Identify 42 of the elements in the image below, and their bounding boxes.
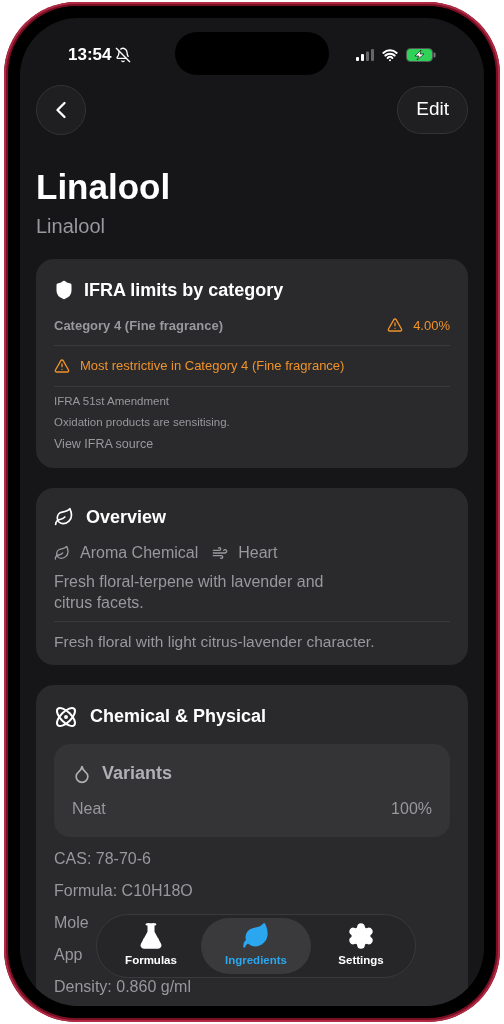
warning-icon <box>387 317 404 334</box>
property-text: App <box>54 945 83 965</box>
status-time: 13:54 <box>68 44 112 66</box>
card-title: Chemical & Physical <box>90 705 267 728</box>
property-text: CAS: 78-70-6 <box>54 849 151 869</box>
wifi-icon <box>382 46 398 63</box>
card-title: Overview <box>86 505 167 529</box>
ifra-note: Oxidation products are sensitising. <box>54 414 231 430</box>
leaf-icon <box>242 922 270 951</box>
property-text: Density: 0.860 g/ml <box>54 977 191 997</box>
wind-icon <box>212 544 229 561</box>
page-subtitle: Linalool <box>36 213 106 239</box>
restriction-notice: Most restrictive in Category 4 (Fine fragrance) <box>80 357 345 375</box>
edit-button[interactable]: Edit <box>397 85 468 134</box>
variant-name: Neat <box>72 799 106 819</box>
page-title: Linalool <box>36 165 172 208</box>
overview-tag: Aroma Chemical <box>80 540 199 565</box>
tab-item[interactable]: Settings <box>311 918 411 974</box>
tab-item[interactable]: Ingredients <box>201 918 311 974</box>
warning-icon <box>54 357 70 374</box>
ifra-note: IFRA 51st Amendment <box>54 393 171 409</box>
droplet-icon <box>72 763 92 784</box>
settings-icon <box>347 922 375 951</box>
leaf-icon <box>54 507 74 528</box>
back-button[interactable] <box>36 84 86 135</box>
limit-value: 4.00% <box>413 316 450 335</box>
leaf-icon <box>54 544 70 561</box>
description-text: Fresh floral-terpene with lavender and citrus facets. <box>54 571 325 613</box>
atom-icon <box>54 704 78 729</box>
overview-tag: Heart <box>238 540 278 565</box>
shield-icon <box>54 280 74 300</box>
battery-charging-icon <box>406 47 436 62</box>
variant-share: 100% <box>391 799 432 819</box>
property-text: Mole <box>54 913 89 933</box>
card-title: IFRA limits by category <box>84 278 284 302</box>
signal-icon <box>356 48 374 61</box>
ifra-source-link[interactable]: View IFRA source <box>54 435 154 454</box>
tab-item[interactable]: Formulas <box>101 918 201 974</box>
summary-text: Fresh floral with light citrus-lavender character. <box>54 631 376 652</box>
variants-title: Variants <box>102 762 173 785</box>
property-text: Formula: C10H18O <box>54 881 193 901</box>
category-label: Category 4 (Fine fragrance) <box>54 316 224 335</box>
